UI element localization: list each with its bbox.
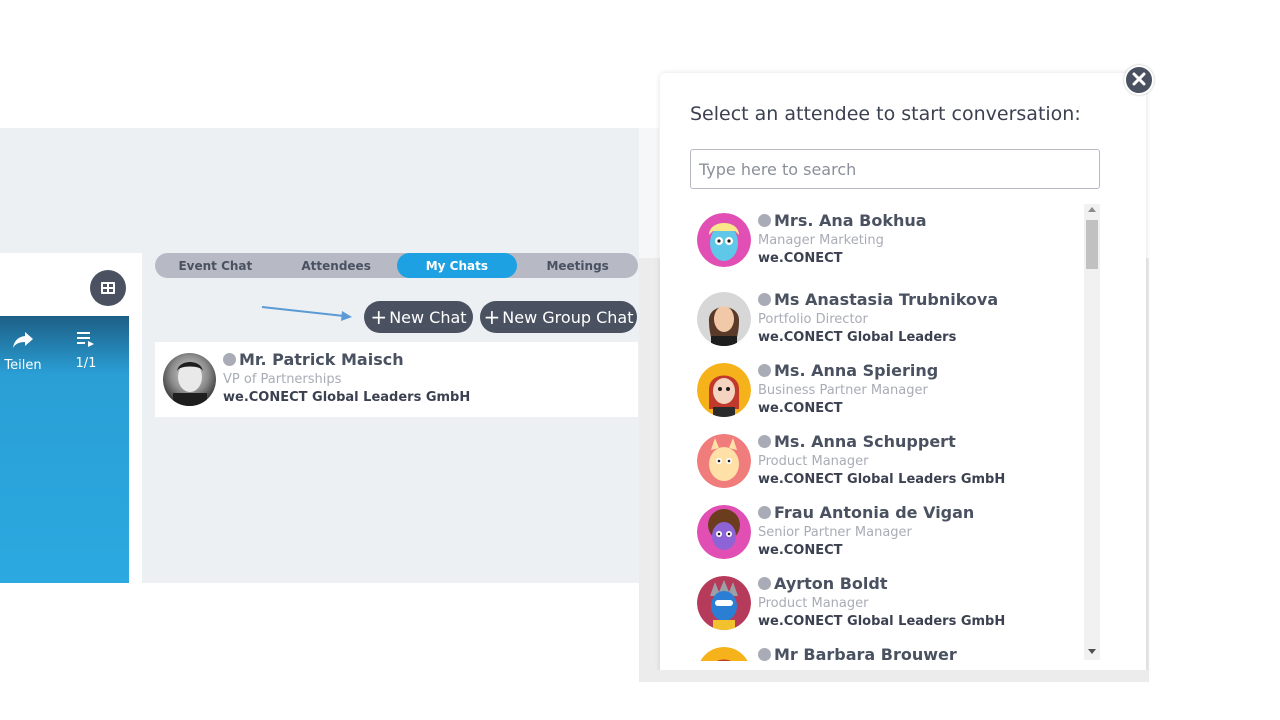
avatar xyxy=(163,353,216,406)
tab-attendees[interactable]: Attendees xyxy=(276,253,397,278)
attendee-list-item[interactable]: Frau Antonia de Vigan Senior Partner Man… xyxy=(690,503,1085,575)
attendee-list-item[interactable]: Ms. Anna Spiering Business Partner Manag… xyxy=(690,361,1085,433)
attendee-company: we.CONECT xyxy=(758,543,843,558)
attendee-info: Mr Barbara Brouwer xyxy=(758,645,957,661)
attendee-company: we.CONECT Global Leaders GmbH xyxy=(758,614,1006,629)
chat-tabs: Event Chat Attendees My Chats Meetings xyxy=(155,253,638,278)
attendee-company: we.CONECT xyxy=(758,251,843,266)
avatar xyxy=(697,292,751,346)
attendee-role: Manager Marketing xyxy=(758,233,884,248)
scrollbar-thumb[interactable] xyxy=(1086,220,1098,269)
close-modal-button[interactable] xyxy=(1124,65,1154,95)
avatar xyxy=(697,363,751,417)
status-dot xyxy=(758,364,771,377)
attendee-name: Frau Antonia de Vigan xyxy=(774,503,975,522)
search-input[interactable] xyxy=(690,149,1100,189)
attendee-info: Mrs. Ana Bokhua Manager Marketing we.CON… xyxy=(758,211,927,266)
chat-list-item[interactable]: Mr. Patrick Maisch VP of Partnerships we… xyxy=(155,342,638,417)
avatar xyxy=(697,576,751,630)
attendee-role: Portfolio Director xyxy=(758,312,868,327)
attendee-role: Senior Partner Manager xyxy=(758,525,912,540)
plus-icon: + xyxy=(483,305,501,329)
screen: Teilen 1/1 Event Chat Attendees My Chats… xyxy=(0,0,1280,720)
playlist-count: 1/1 xyxy=(75,356,97,371)
share-label: Teilen xyxy=(4,358,42,373)
close-icon xyxy=(1132,71,1146,90)
share-control[interactable]: Teilen xyxy=(3,330,43,373)
attendee-role: Business Partner Manager xyxy=(758,383,928,398)
attendee-info: Ms. Anna Schuppert Product Manager we.CO… xyxy=(758,432,1005,487)
attendee-list-item[interactable]: Ms. Anna Schuppert Product Manager we.CO… xyxy=(690,432,1085,504)
status-dot xyxy=(758,293,771,306)
attendee-info: Ms Anastasia Trubnikova Portfolio Direct… xyxy=(758,290,998,345)
scroll-down-icon[interactable] xyxy=(1088,649,1096,654)
background-panel xyxy=(639,128,659,258)
scroll-up-icon[interactable] xyxy=(1088,207,1096,212)
attendee-selection-modal: Select an attendee to start conversation… xyxy=(660,73,1146,676)
status-dot xyxy=(758,435,771,448)
arrow-annotation xyxy=(260,302,354,328)
attendee-role: Product Manager xyxy=(758,454,869,469)
new-chat-button[interactable]: + New Chat xyxy=(364,301,473,333)
attendee-list: Mrs. Ana Bokhua Manager Marketing we.CON… xyxy=(690,203,1100,661)
status-dot xyxy=(758,506,771,519)
tab-event-chat[interactable]: Event Chat xyxy=(155,253,276,278)
share-icon xyxy=(11,330,35,354)
avatar xyxy=(697,505,751,559)
attendee-role: Product Manager xyxy=(758,596,869,611)
attendee-name: Ayrton Boldt xyxy=(774,574,888,593)
modal-title: Select an attendee to start conversation… xyxy=(690,103,1081,125)
attendee-name: Ms Anastasia Trubnikova xyxy=(774,290,999,309)
attendee-name: Mr Barbara Brouwer xyxy=(774,645,957,661)
attendee-name: Ms. Anna Schuppert xyxy=(774,432,956,451)
status-dot xyxy=(758,648,771,661)
attendee-name: Mrs. Ana Bokhua xyxy=(774,211,927,230)
attendee-list-item[interactable]: Ayrton Boldt Product Manager we.CONECT G… xyxy=(690,574,1085,646)
playlist-icon xyxy=(76,330,96,352)
person-role: VP of Partnerships xyxy=(223,372,342,387)
attendee-list-item[interactable]: Mrs. Ana Bokhua Manager Marketing we.CON… xyxy=(690,211,1085,283)
grid-view-button[interactable] xyxy=(90,270,126,306)
avatar xyxy=(697,213,751,267)
attendee-info: Frau Antonia de Vigan Senior Partner Man… xyxy=(758,503,974,558)
chat-person-info: Mr. Patrick Maisch VP of Partnerships we… xyxy=(223,350,470,405)
attendee-info: Ms. Anna Spiering Business Partner Manag… xyxy=(758,361,938,416)
background-panel xyxy=(639,670,1149,682)
avatar xyxy=(697,434,751,488)
attendee-list-scrollbar[interactable] xyxy=(1084,204,1100,660)
attendee-list-item[interactable]: Ms Anastasia Trubnikova Portfolio Direct… xyxy=(690,290,1085,362)
attendee-company: we.CONECT Global Leaders GmbH xyxy=(758,472,1006,487)
grid-icon xyxy=(101,279,115,298)
attendee-company: we.CONECT Global Leaders xyxy=(758,330,957,345)
person-name: Mr. Patrick Maisch xyxy=(239,350,404,369)
attendee-company: we.CONECT xyxy=(758,401,843,416)
new-chat-label: New Chat xyxy=(389,307,467,327)
tab-my-chats[interactable]: My Chats xyxy=(396,253,518,278)
attendee-name: Ms. Anna Spiering xyxy=(774,361,939,380)
tab-meetings[interactable]: Meetings xyxy=(517,253,638,278)
attendee-info: Ayrton Boldt Product Manager we.CONECT G… xyxy=(758,574,1005,629)
status-dot xyxy=(758,577,771,590)
status-dot xyxy=(758,214,771,227)
plus-icon: + xyxy=(370,305,388,329)
person-company: we.CONECT Global Leaders GmbH xyxy=(223,390,471,405)
avatar xyxy=(697,647,751,661)
attendee-list-item[interactable]: Mr Barbara Brouwer xyxy=(690,645,1085,661)
status-dot xyxy=(223,353,236,366)
new-group-chat-button[interactable]: + New Group Chat xyxy=(480,301,637,333)
new-group-chat-label: New Group Chat xyxy=(502,307,634,327)
playlist-control[interactable]: 1/1 xyxy=(70,330,102,371)
